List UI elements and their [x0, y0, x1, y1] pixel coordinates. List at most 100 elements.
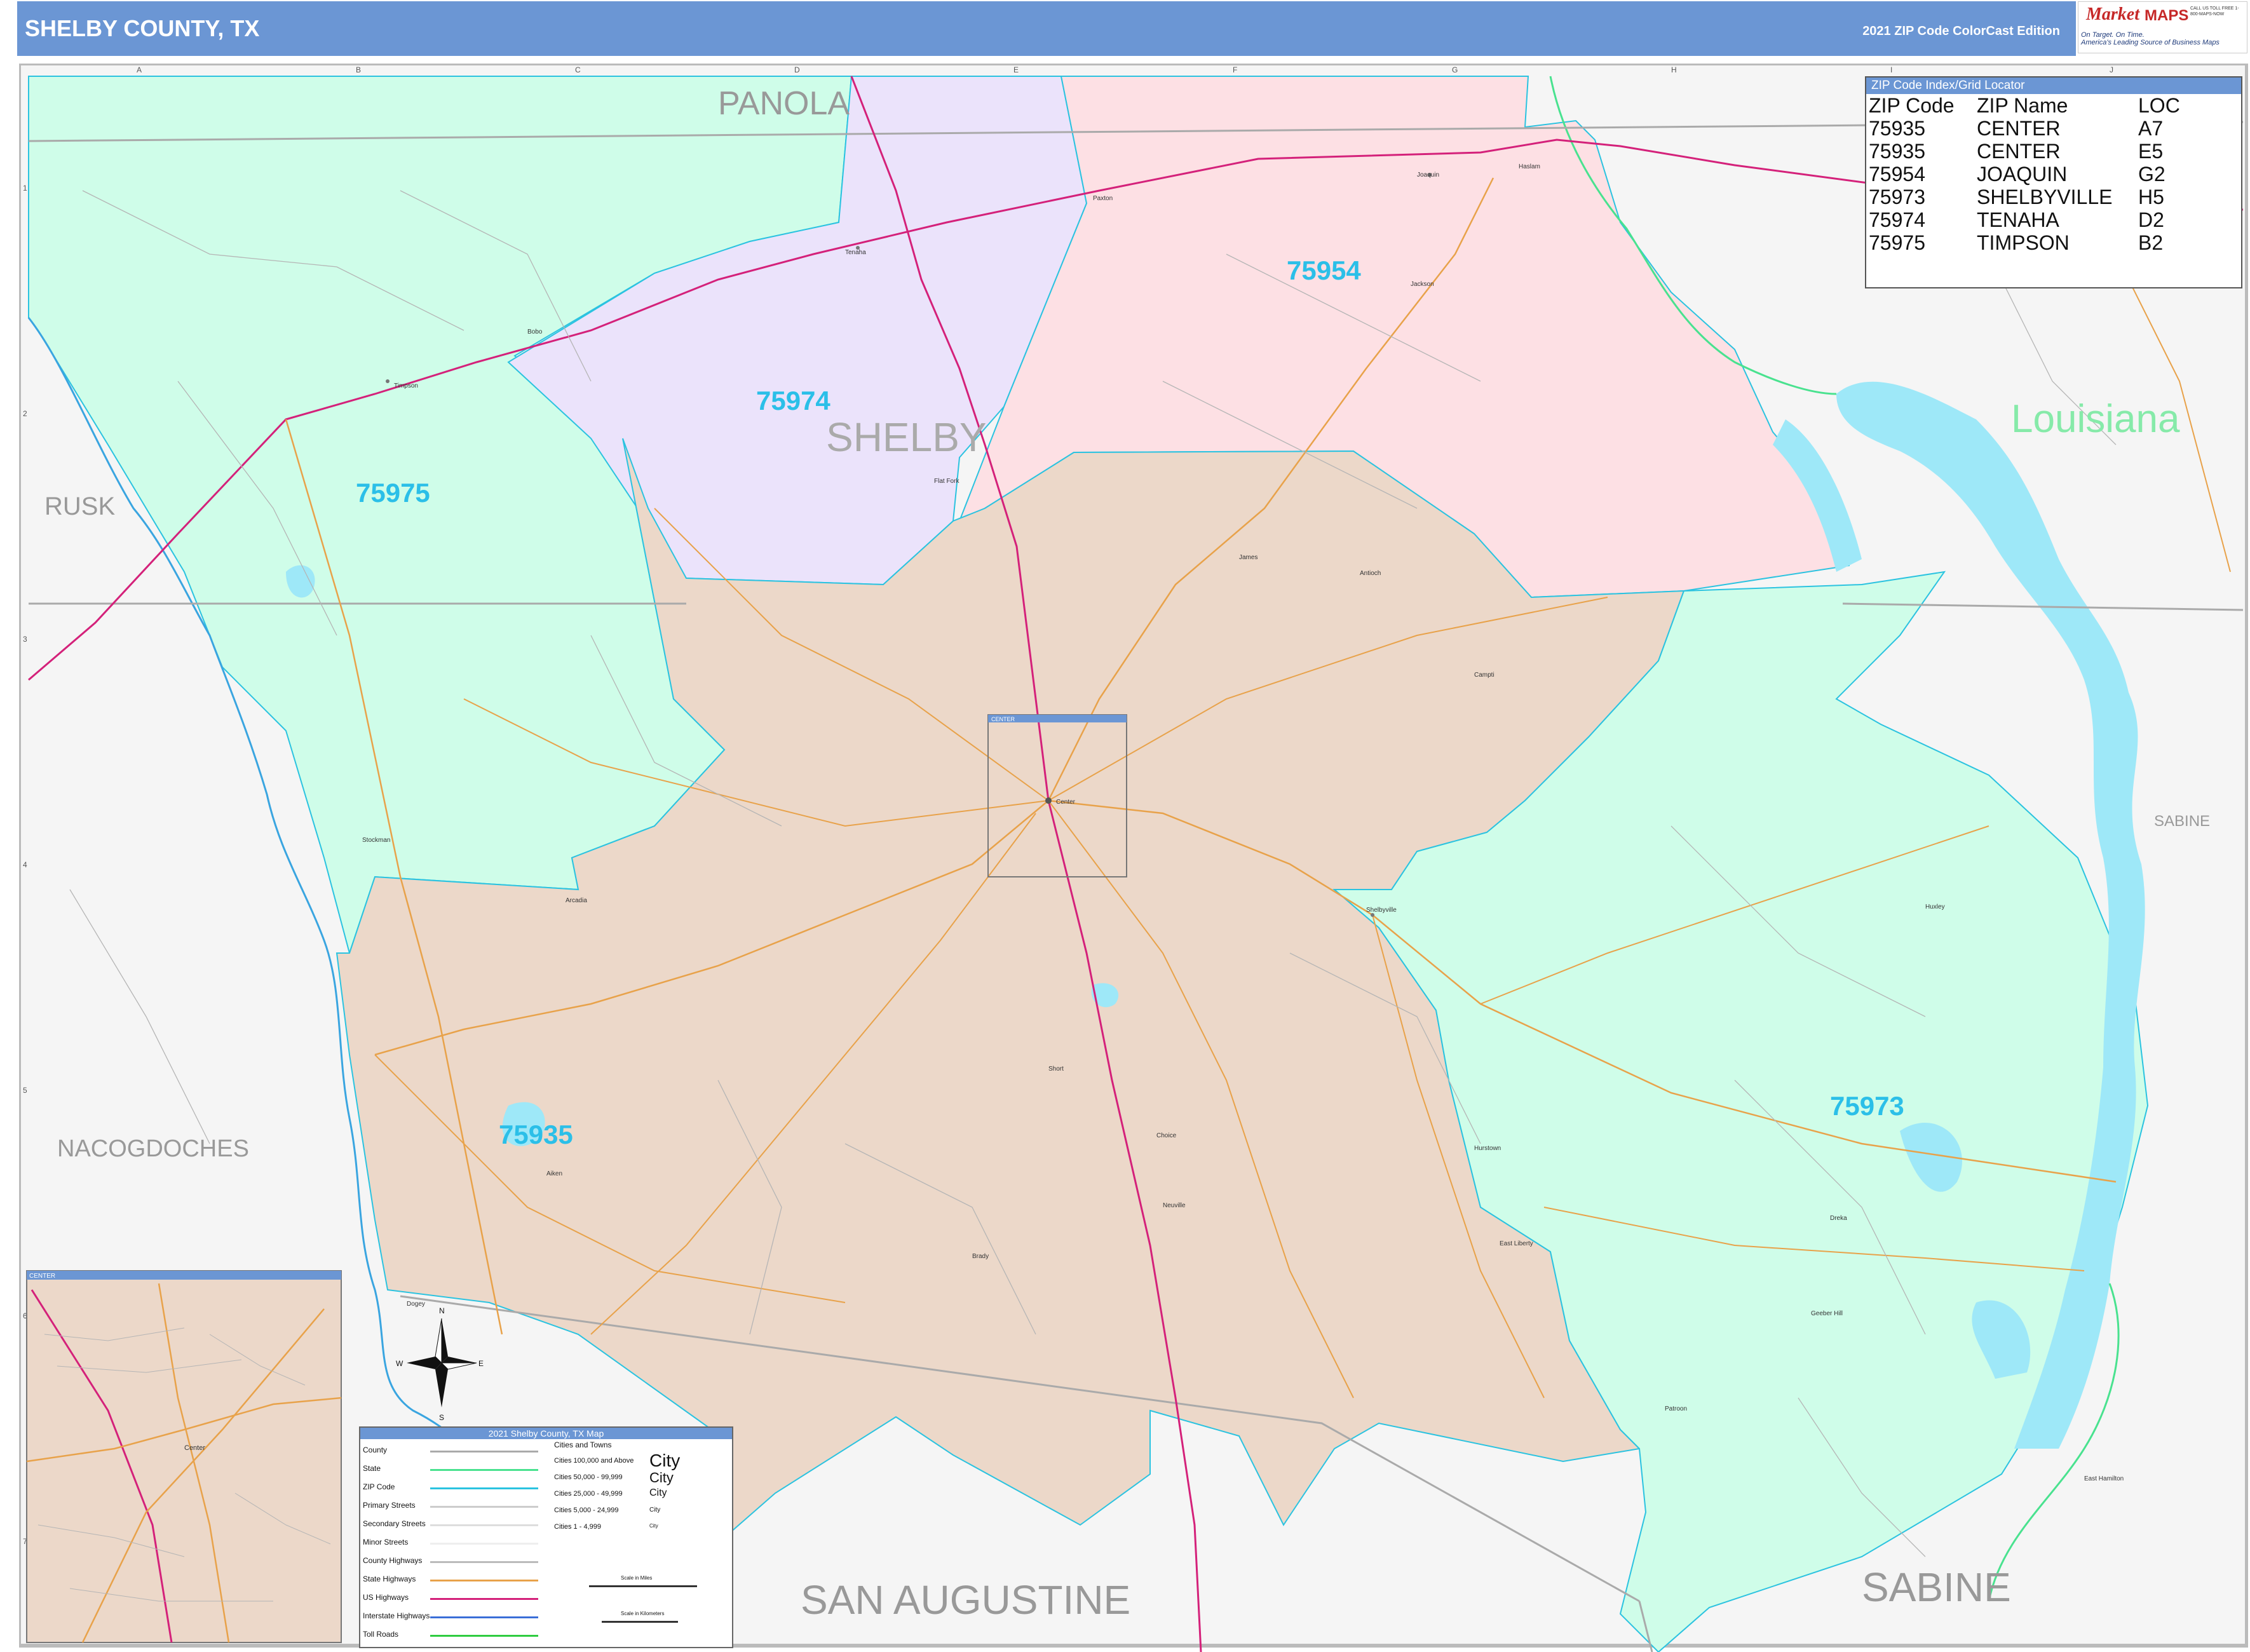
- legend-item-county-hwy: County Highways: [363, 1556, 423, 1565]
- logo-block: MAPS: [2145, 7, 2189, 24]
- town-joaquin: Joaquin: [1417, 172, 1439, 179]
- town-antioch: Antioch: [1360, 570, 1381, 577]
- inset-label: CENTER: [29, 1273, 55, 1280]
- zip-label-75954: 75954: [1287, 255, 1361, 285]
- town-dreka: Dreka: [1830, 1215, 1847, 1222]
- zip-index-header-row: ZIP Code ZIP Name LOC: [1869, 94, 2180, 117]
- zip-index-cell: SHELBYVILLE: [1977, 186, 2113, 208]
- legend-city-sample-3: City: [649, 1487, 667, 1498]
- legend-scale-miles-bar: [589, 1585, 697, 1587]
- zip-code-index: ZIP Code Index/Grid Locator ZIP Code ZIP…: [1865, 76, 2242, 288]
- zip-index-cell: 75954: [1869, 163, 1925, 186]
- legend-item-interstate: Interstate Highways: [363, 1611, 430, 1620]
- legend-swatch-minor: [430, 1543, 538, 1545]
- zip-index-row: 75974 TENAHA D2: [1869, 208, 2180, 231]
- map-legend: 2021 Shelby County, TX Map County State …: [359, 1426, 733, 1648]
- grid-col-e: E: [1013, 65, 1019, 74]
- town-hurstown: Hurstown: [1474, 1145, 1501, 1152]
- zip-index-row: 75935 CENTER A7: [1869, 117, 2180, 140]
- legend-item-zip: ZIP Code: [363, 1482, 395, 1491]
- legend-swatch-county: [430, 1451, 538, 1452]
- inset-town-center: Center: [184, 1444, 205, 1452]
- zip-index-cell: E5: [2138, 140, 2164, 163]
- town-haslam: Haslam: [1519, 163, 1540, 170]
- town-center: Center: [1056, 799, 1076, 806]
- town-neuville: Neuville: [1163, 1202, 1186, 1209]
- legend-swatch-primary: [430, 1506, 538, 1508]
- grid-col-c: C: [575, 65, 581, 74]
- zip-index-cell: JOAQUIN: [1977, 163, 2068, 186]
- label-panola: PANOLA: [718, 85, 850, 122]
- label-shelby: SHELBY: [826, 414, 987, 460]
- legend-city-sample-2: City: [649, 1470, 674, 1486]
- label-louisiana: Louisiana: [2011, 397, 2180, 441]
- town-james: James: [1239, 554, 1257, 561]
- label-sabine-east: SABINE: [2154, 813, 2210, 830]
- zip-index-row: 75973 SHELBYVILLE H5: [1869, 186, 2180, 208]
- town-choice: Choice: [1156, 1132, 1177, 1139]
- compass-w: W: [396, 1359, 403, 1368]
- edition-label: 2021 ZIP Code ColorCast Edition: [1862, 24, 2060, 38]
- grid-row-1: 1: [23, 184, 27, 193]
- town-tenaha: Tenaha: [845, 249, 866, 256]
- legend-item-secondary: Secondary Streets: [363, 1519, 426, 1528]
- label-sabine-south: SABINE: [1862, 1564, 2011, 1610]
- legend-scale-km-bar: [602, 1621, 678, 1623]
- grid-col-j: J: [2110, 65, 2113, 74]
- legend-swatch-state-hwy: [430, 1580, 538, 1581]
- grid-row-2: 2: [23, 409, 27, 418]
- town-east-hamilton: East Hamilton: [2084, 1475, 2124, 1482]
- legend-scale-miles: Scale in Miles: [621, 1575, 653, 1581]
- zip-index-table: ZIP Code ZIP Name LOC 75935 CENTER A7 75…: [1869, 94, 2180, 254]
- legend-cities-title: Cities and Towns: [554, 1440, 612, 1449]
- legend-swatch-county-hwy: [430, 1561, 538, 1563]
- zip-index-row: 75975 TIMPSON B2: [1869, 231, 2180, 254]
- compass-e: E: [478, 1359, 484, 1368]
- legend-city-class-5: Cities 1 - 4,999: [554, 1523, 601, 1531]
- town-patroon: Patroon: [1665, 1405, 1687, 1412]
- zip-index-cell: 75935: [1869, 140, 1925, 163]
- legend-item-minor: Minor Streets: [363, 1538, 409, 1547]
- center-inset-map: CENTER Center: [26, 1270, 342, 1643]
- zip-index-cell: B2: [2138, 231, 2164, 254]
- legend-title: 2021 Shelby County, TX Map: [360, 1428, 732, 1439]
- zip-index-cell: 75975: [1869, 231, 1925, 254]
- legend-swatch-state: [430, 1469, 538, 1471]
- map-title: SHELBY COUNTY, TX: [25, 15, 260, 41]
- zip-index-cell: 75935: [1869, 117, 1925, 140]
- zip-label-75973: 75973: [1830, 1091, 1904, 1121]
- legend-swatch-secondary: [430, 1524, 538, 1526]
- legend-item-county: County: [363, 1446, 388, 1454]
- zip-index-cell: 75974: [1869, 208, 1925, 231]
- zip-index-row: 75954 JOAQUIN G2: [1869, 163, 2180, 186]
- legend-city-class-2: Cities 50,000 - 99,999: [554, 1473, 623, 1481]
- zip-index-cell: TIMPSON: [1977, 231, 2070, 254]
- zip-index-cell: CENTER: [1977, 140, 2061, 163]
- market-maps-logo: Market MAPS On Target. On Time. America's…: [2078, 1, 2247, 53]
- grid-col-d: D: [794, 65, 800, 74]
- zip-index-cell: 75973: [1869, 186, 1925, 208]
- town-jackson: Jackson: [1411, 281, 1434, 288]
- compass-s: S: [439, 1413, 444, 1422]
- town-paxton: Paxton: [1093, 195, 1113, 202]
- legend-swatch-us-hwy: [430, 1598, 538, 1600]
- logo-script: Market: [2086, 4, 2139, 24]
- town-brady: Brady: [972, 1253, 989, 1260]
- zip-index-cell: A7: [2138, 117, 2164, 140]
- label-nacogdoches: NACOGDOCHES: [57, 1135, 249, 1162]
- town-huxley: Huxley: [1925, 904, 1945, 911]
- town-bobo: Bobo: [527, 328, 543, 335]
- legend-city-class-1: Cities 100,000 and Above: [554, 1457, 634, 1465]
- legend-city-sample-5: City: [649, 1523, 658, 1529]
- logo-contact: CALL US TOLL FREE 1-800-MAPS-NOW: [2190, 6, 2239, 17]
- grid-col-f: F: [1233, 65, 1237, 74]
- zip-index-title: ZIP Code Index/Grid Locator: [1866, 78, 2241, 94]
- center-locator-label: CENTER: [991, 716, 1015, 722]
- town-campti: Campti: [1474, 672, 1494, 679]
- compass-n: N: [439, 1306, 445, 1315]
- header-bar: SHELBY COUNTY, TX 2021 ZIP Code ColorCas…: [17, 1, 2076, 56]
- county-map[interactable]: A B C D E F G H I J 1 2 3 4 5 6 7 CENTER…: [19, 64, 2250, 1652]
- legend-city-class-4: Cities 5,000 - 24,999: [554, 1506, 619, 1514]
- legend-item-us-hwy: US Highways: [363, 1593, 409, 1602]
- town-short: Short: [1048, 1066, 1064, 1073]
